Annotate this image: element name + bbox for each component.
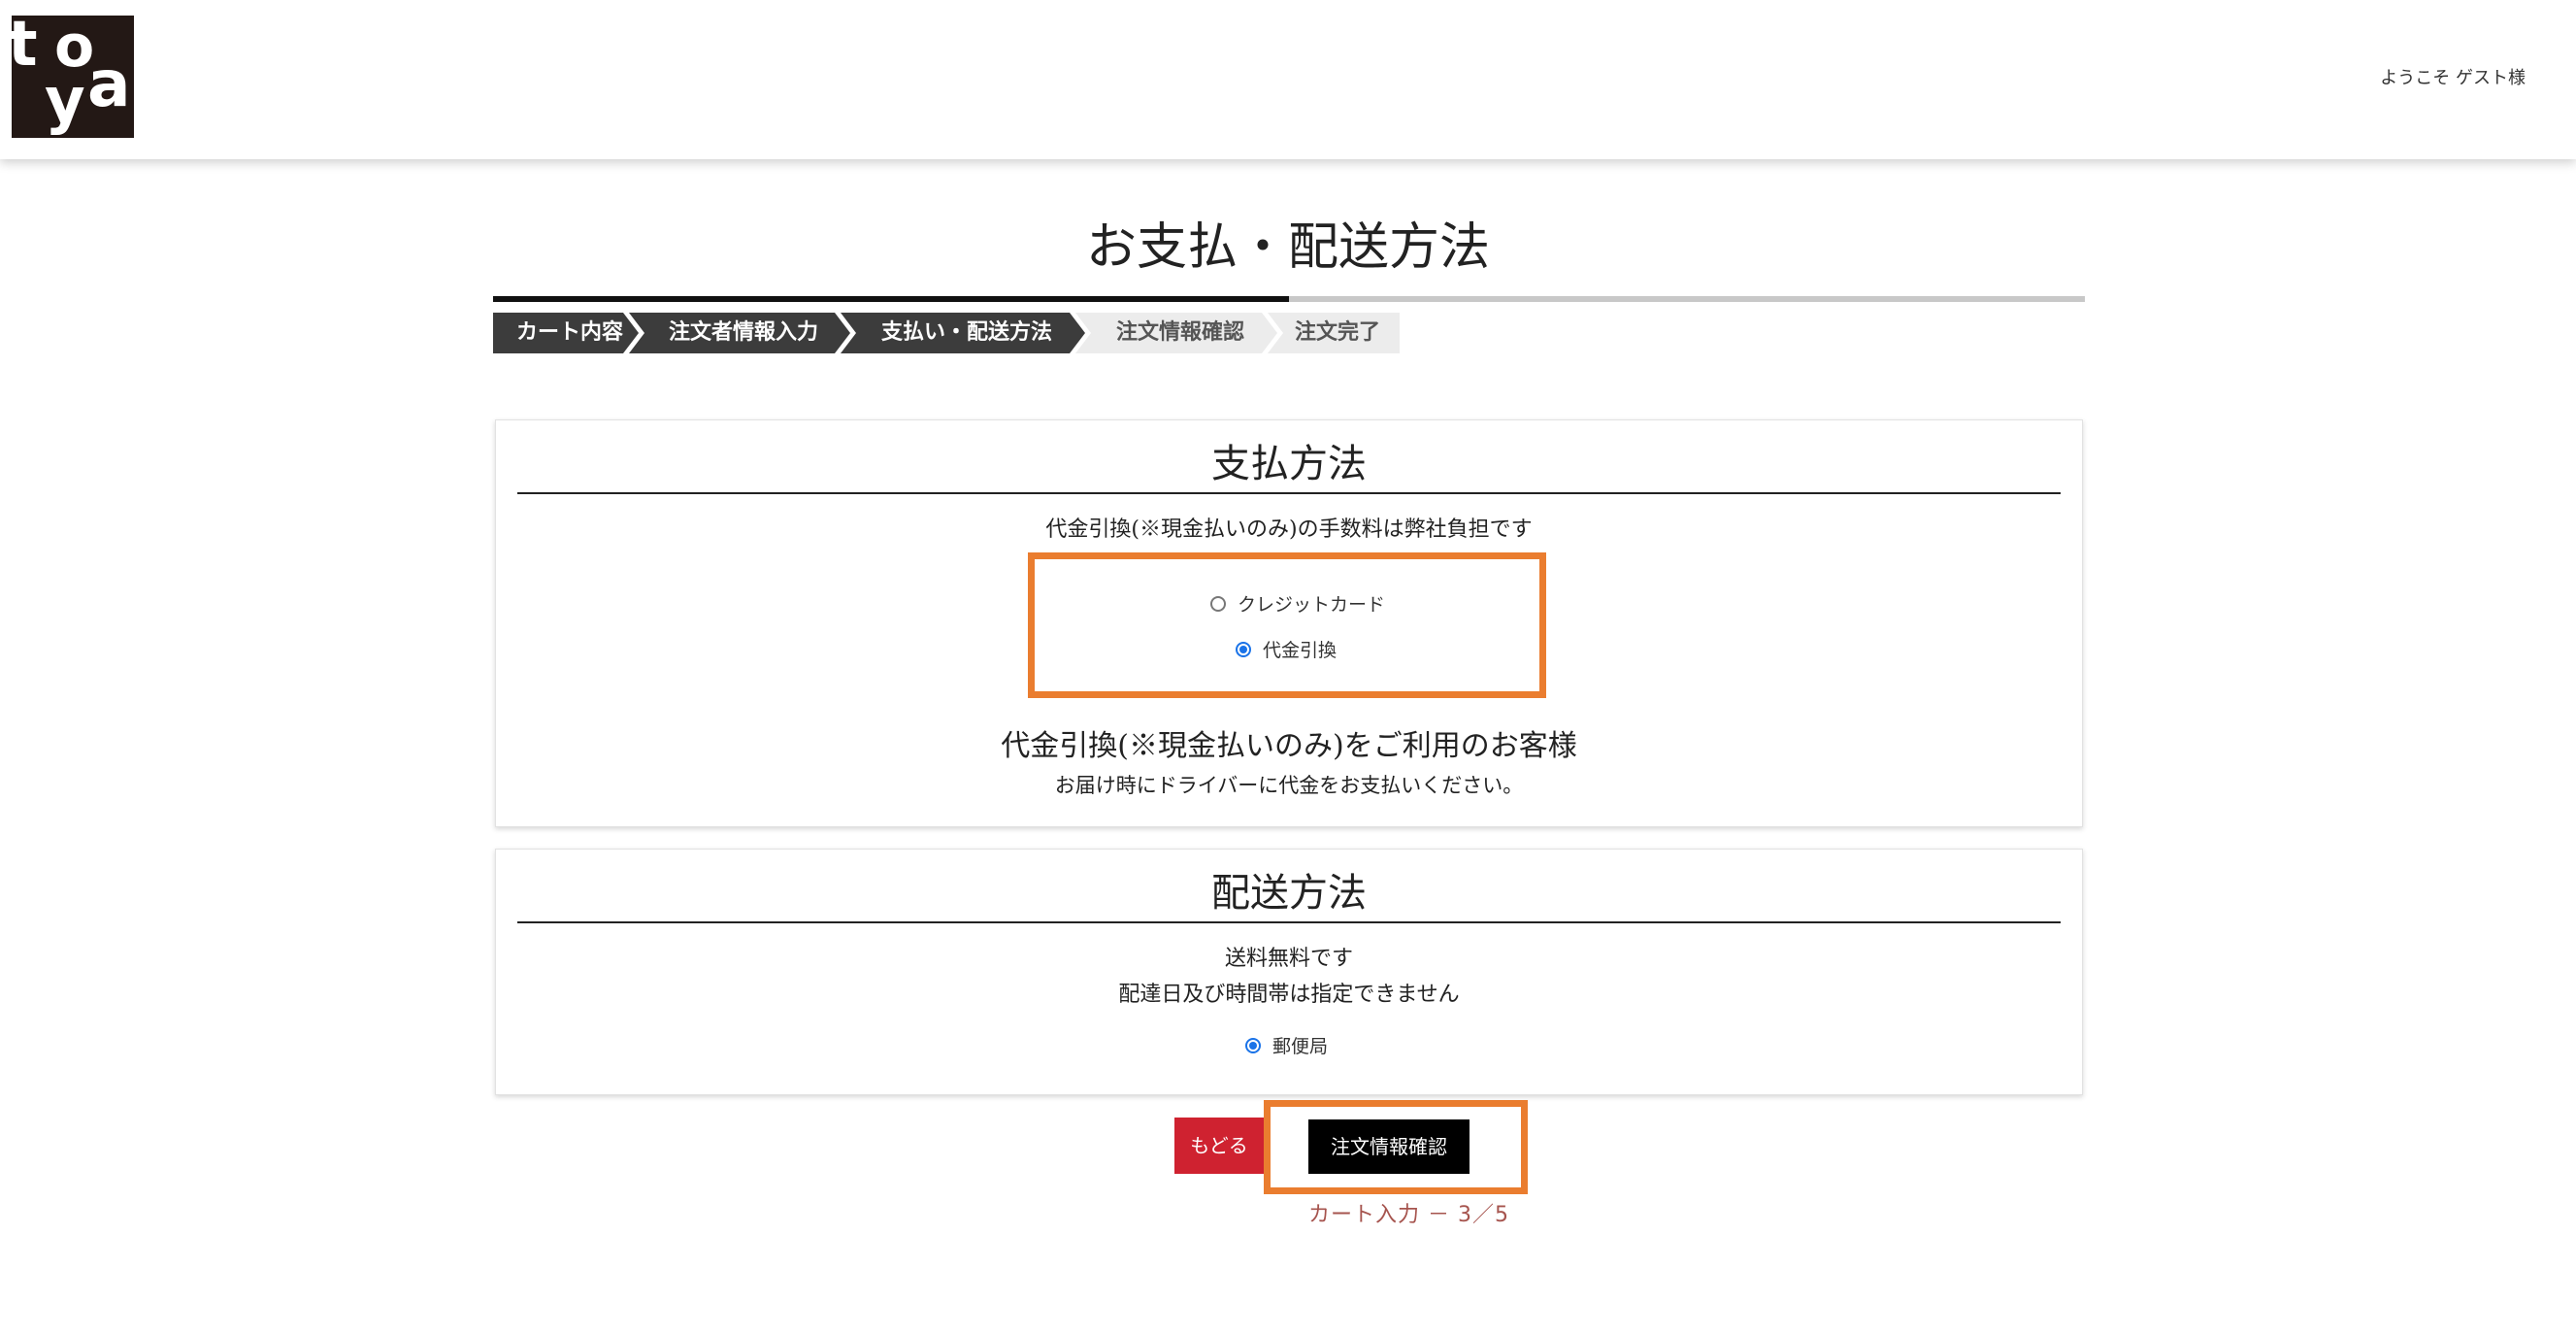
progress-bar — [493, 296, 2085, 302]
shipping-method-title: 配送方法 — [517, 850, 2061, 923]
payment-option-cod[interactable]: 代金引換 — [1236, 636, 1337, 662]
step-label: 注文情報確認 — [1115, 320, 1244, 345]
payment-option-credit-card[interactable]: クレジットカード — [1210, 590, 1385, 617]
step-order-confirm: 注文情報確認 — [1075, 313, 1277, 353]
site-logo[interactable]: t o y a — [12, 16, 134, 138]
step-label: カート内容 — [515, 320, 623, 345]
payment-options-highlight — [1028, 552, 1546, 698]
step-label: 注文完了 — [1294, 320, 1380, 345]
welcome-message: ようこそ ゲスト様 — [2380, 68, 2526, 88]
post-office-label: 郵便局 — [1272, 1036, 1329, 1057]
payment-method-panel: 支払方法 代金引換(※現金払いのみ)の手数料は弊社負担です クレジットカード 代… — [495, 419, 2083, 827]
shipping-option-post-office[interactable]: 郵便局 — [1245, 1032, 1328, 1058]
logo-letter-y: y — [45, 65, 85, 137]
order-confirm-button[interactable]: 注文情報確認 — [1308, 1119, 1470, 1174]
logo-letter-a: a — [87, 47, 131, 121]
payment-method-title: 支払方法 — [517, 420, 2061, 494]
payment-fee-note: 代金引換(※現金払いのみ)の手数料は弊社負担です — [1045, 517, 1533, 542]
step-cart-contents: カート内容 — [493, 313, 639, 353]
step-payment-shipping: 支払い・配送方法 — [841, 313, 1085, 353]
cod-label: 代金引換 — [1263, 640, 1338, 661]
cod-heading: 代金引換(※現金払いのみ)をご利用のお客様 — [1001, 729, 1577, 763]
back-button[interactable]: もどる — [1174, 1118, 1264, 1174]
shipping-method-panel: 配送方法 送料無料です 配達日及び時間帯は指定できません 郵便局 — [495, 849, 2083, 1095]
step-order-complete: 注文完了 — [1268, 313, 1400, 353]
logo-letter-t: t — [12, 16, 38, 81]
page-title: お支払・配送方法 — [1085, 218, 1490, 277]
shipping-free-note: 送料無料です — [1224, 947, 1353, 971]
cod-description: お届け時にドライバーに代金をお支払いください。 — [1054, 774, 1524, 797]
step-orderer-info: 注文者情報入力 — [629, 313, 850, 353]
site-header: t o y a ようこそ ゲスト様 — [0, 0, 2576, 159]
cod-radio[interactable] — [1236, 641, 1251, 657]
step-label: 注文者情報入力 — [668, 320, 818, 345]
step-counter: カート入力 － 3／5 — [1308, 1203, 1509, 1227]
credit-card-radio[interactable] — [1210, 595, 1226, 612]
credit-card-label: クレジットカード — [1238, 594, 1386, 616]
step-label: 支払い・配送方法 — [880, 320, 1052, 345]
post-office-radio[interactable] — [1245, 1037, 1261, 1053]
shipping-delivery-note: 配達日及び時間帯は指定できません — [1118, 983, 1460, 1007]
progress-bar-fill — [493, 296, 1289, 302]
